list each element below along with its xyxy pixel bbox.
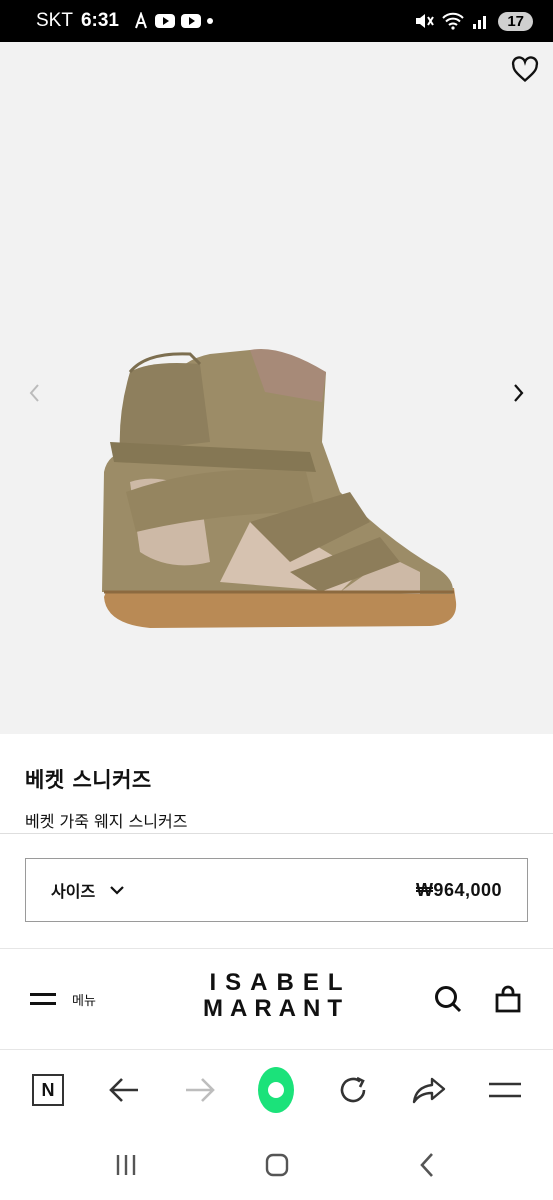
- chevron-down-icon[interactable]: [109, 885, 125, 895]
- product-title: 베켓 스니커즈: [25, 768, 152, 792]
- system-back-icon[interactable]: [413, 1150, 443, 1180]
- home-icon[interactable]: [262, 1150, 292, 1180]
- recent-apps-icon[interactable]: [111, 1150, 141, 1180]
- youtube-icon: [154, 14, 175, 28]
- forward-button[interactable]: [182, 1072, 218, 1108]
- menu-lines-icon[interactable]: [488, 1080, 522, 1100]
- more-notifications-icon: [206, 18, 213, 24]
- browser-toolbar: N: [0, 1050, 553, 1130]
- arrow-left-icon[interactable]: [108, 1076, 140, 1104]
- clock: 6:31: [80, 10, 119, 31]
- size-label[interactable]: 사이즈: [51, 878, 95, 902]
- search-icon[interactable]: [433, 984, 463, 1014]
- price: ₩964,000: [415, 879, 502, 900]
- share-button[interactable]: [411, 1072, 447, 1108]
- browser-menu-button[interactable]: [487, 1072, 523, 1108]
- arrow-right-icon[interactable]: [184, 1076, 216, 1104]
- chevron-right-icon[interactable]: [509, 382, 527, 404]
- naver-home-button[interactable]: N: [30, 1072, 66, 1108]
- carrier-label: SKT: [36, 10, 73, 31]
- logo-line2[interactable]: MARANT: [176, 997, 376, 1021]
- signal-icon: [473, 16, 487, 29]
- size-selector[interactable]: 사이즈 ₩964,000: [25, 858, 528, 922]
- product-image-carousel[interactable]: [0, 42, 553, 734]
- status-bar: SKT 6:31 17: [0, 0, 553, 42]
- site-header: 메뉴 ISABEL MARANT: [0, 949, 553, 1049]
- wifi-icon: [442, 12, 465, 30]
- n-icon[interactable]: N: [32, 1074, 64, 1106]
- hamburger-icon[interactable]: [30, 991, 56, 1007]
- shopping-bag-icon[interactable]: [493, 984, 523, 1014]
- app-notification-icon: [135, 12, 147, 29]
- back-button[interactable]: [106, 1072, 142, 1108]
- mute-icon: [416, 14, 435, 28]
- reload-icon[interactable]: [337, 1074, 369, 1106]
- menu-label[interactable]: 메뉴: [72, 990, 96, 1009]
- system-nav-bar: [0, 1130, 553, 1200]
- battery-badge: 17: [498, 11, 533, 31]
- menu-button[interactable]: 메뉴: [30, 990, 96, 1009]
- logo-line1[interactable]: ISABEL: [185, 971, 376, 995]
- product-subtitle: 베켓 가죽 웨지 스니커즈: [25, 812, 188, 831]
- brand-logo[interactable]: ISABEL MARANT: [176, 971, 376, 1021]
- chevron-left-icon[interactable]: [26, 382, 44, 404]
- heart-icon[interactable]: [511, 56, 539, 84]
- green-dot-icon[interactable]: [258, 1067, 295, 1113]
- green-dot-button[interactable]: [258, 1067, 295, 1113]
- sneaker-image: [102, 348, 457, 628]
- share-icon[interactable]: [412, 1075, 446, 1105]
- reload-button[interactable]: [335, 1072, 371, 1108]
- product-info: 베켓 스니커즈 베켓 가죽 웨지 스니커즈: [0, 734, 553, 834]
- youtube-icon-2: [180, 14, 201, 28]
